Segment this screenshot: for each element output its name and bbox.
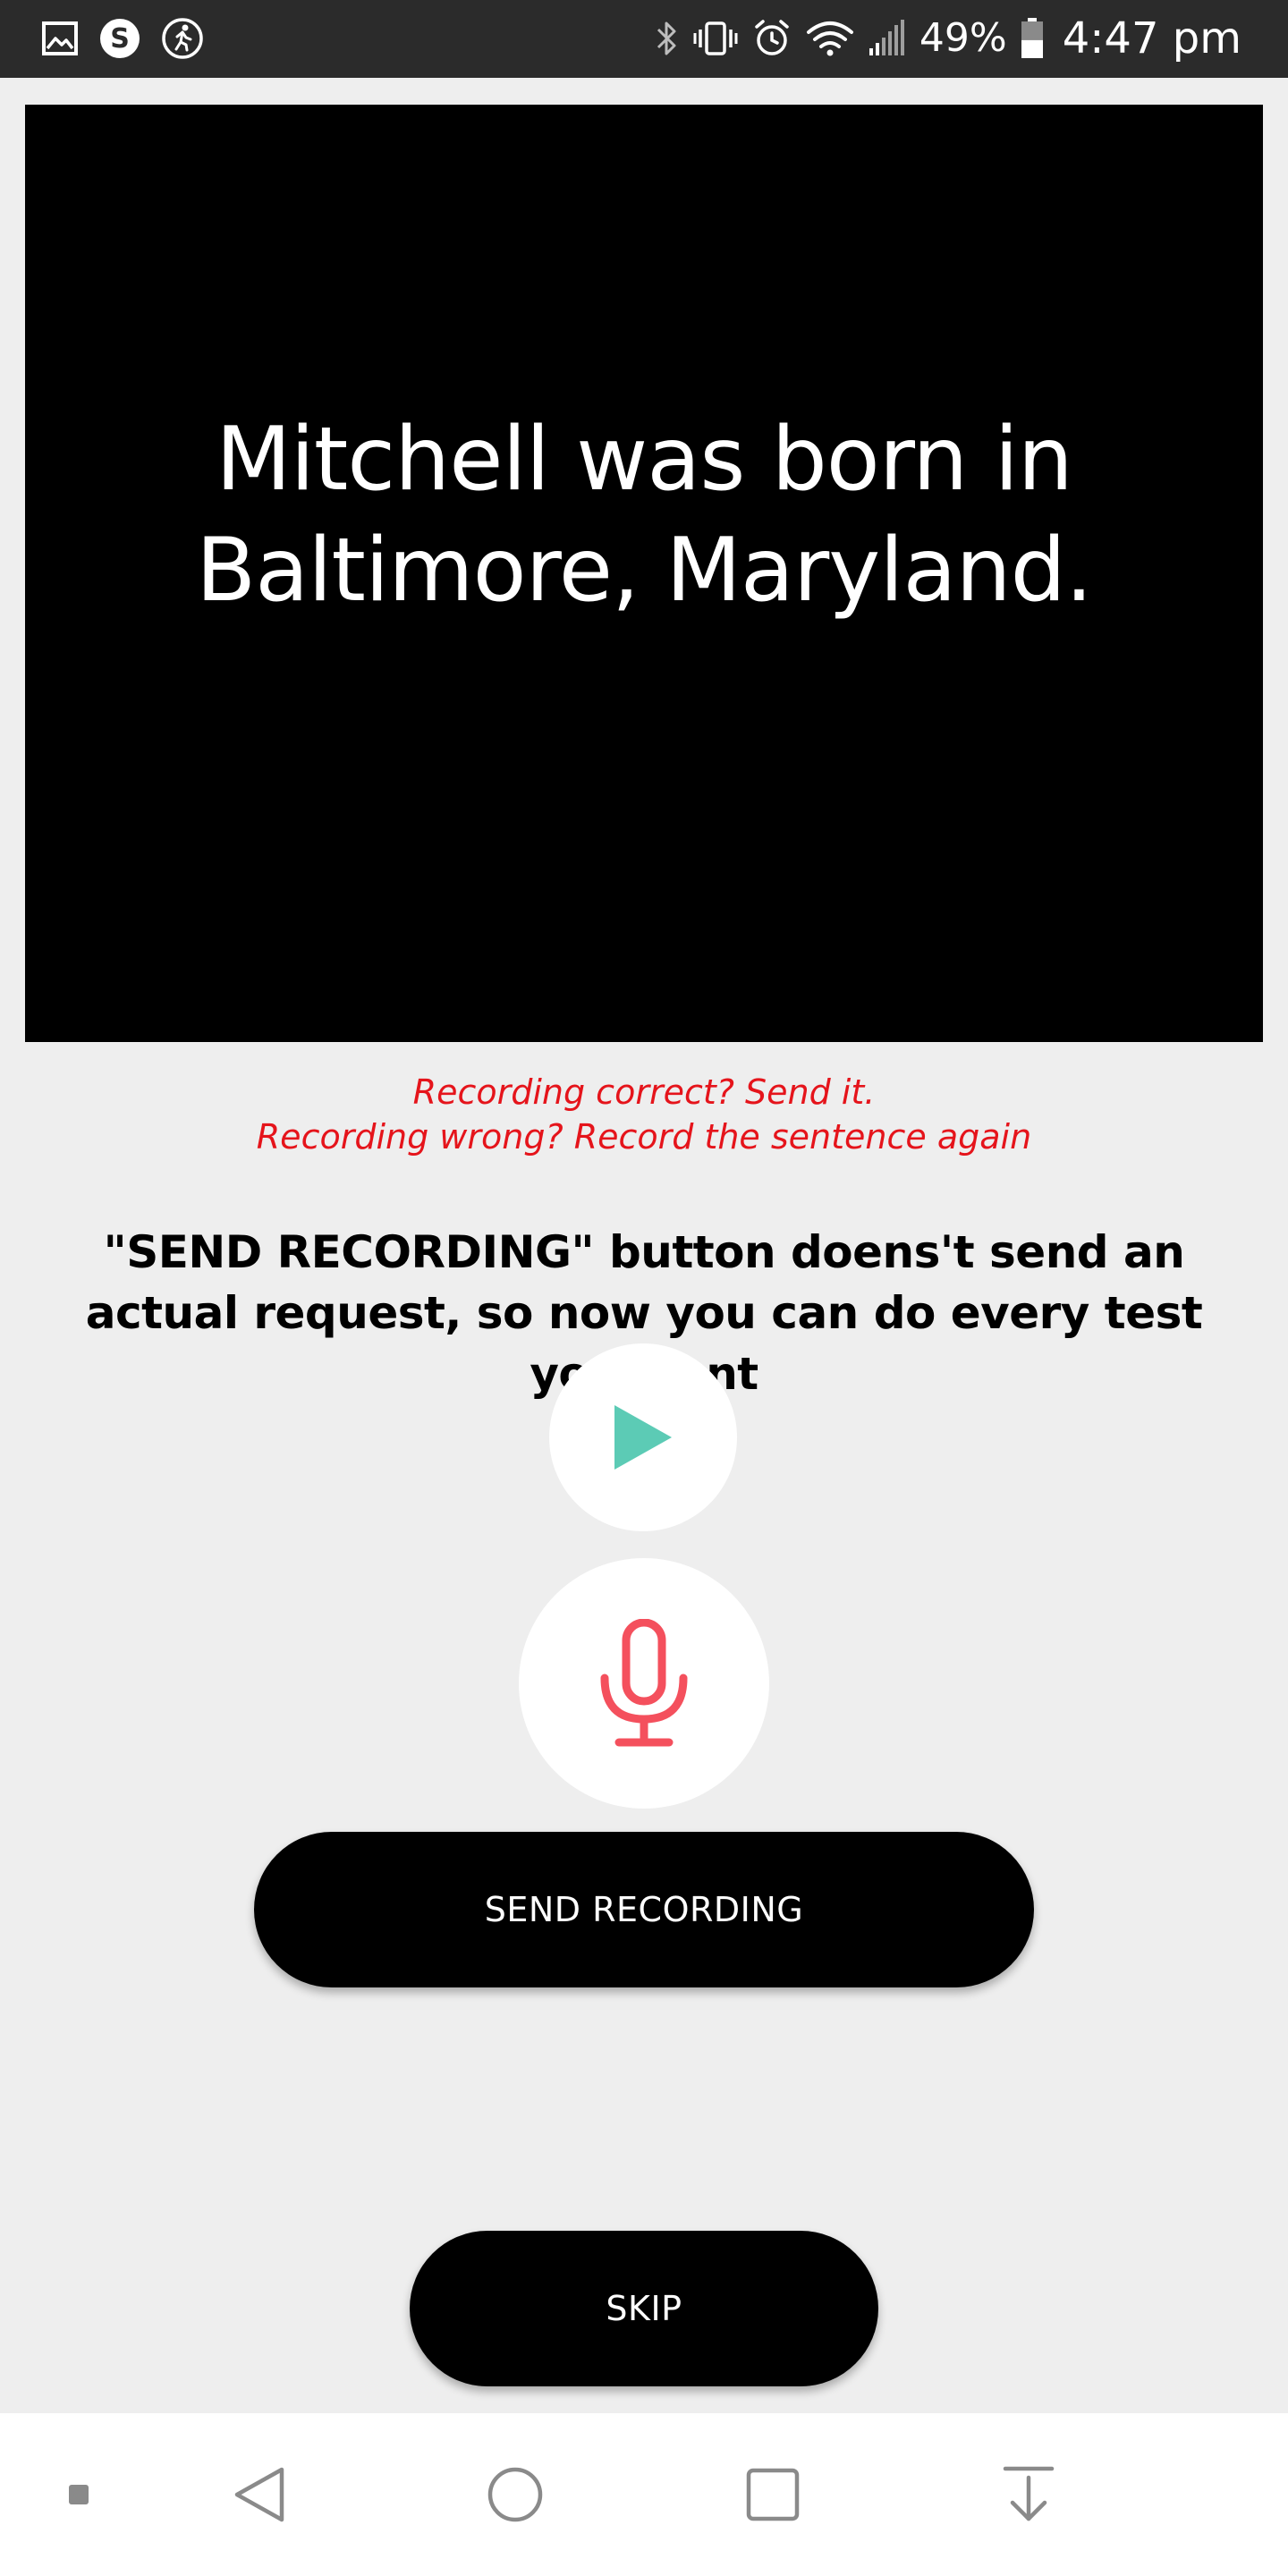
send-recording-label: SEND RECORDING xyxy=(484,1890,804,1929)
sentence-panel: Mitchell was born in Baltimore, Maryland… xyxy=(25,105,1263,1042)
record-button[interactable] xyxy=(519,1558,769,1809)
recents-button[interactable] xyxy=(719,2413,826,2576)
walking-icon xyxy=(161,17,204,60)
microphone-icon xyxy=(597,1619,691,1748)
status-right-icons: 49% 4:47 pm xyxy=(653,11,1241,66)
alarm-icon xyxy=(751,18,792,59)
signal-icon xyxy=(868,18,907,59)
play-icon xyxy=(611,1402,675,1473)
play-button[interactable] xyxy=(549,1343,737,1531)
status-time: 4:47 pm xyxy=(1062,13,1241,64)
battery-icon xyxy=(1020,17,1045,60)
status-bar: S 49% 4:47 pm xyxy=(0,0,1288,78)
back-icon xyxy=(232,2464,287,2525)
svg-text:S: S xyxy=(110,23,130,55)
menu-dot-icon xyxy=(68,2484,89,2505)
home-button[interactable] xyxy=(462,2413,569,2576)
skip-button[interactable]: SKIP xyxy=(410,2231,878,2386)
battery-percent: 49% xyxy=(919,15,1007,61)
send-recording-button[interactable]: SEND RECORDING xyxy=(254,1832,1034,1987)
recording-hint: Recording correct? Send it. Recording wr… xyxy=(0,1070,1288,1159)
menu-dot-button[interactable] xyxy=(43,2413,114,2576)
status-left-icons: S xyxy=(41,16,204,61)
navigation-bar xyxy=(0,2413,1288,2576)
hint-line-send: Recording correct? Send it. xyxy=(412,1072,876,1112)
wifi-icon xyxy=(805,18,855,59)
screen: S 49% 4:47 pm Mitchell was born in Balti… xyxy=(0,0,1288,2576)
gallery-icon xyxy=(41,21,79,56)
home-icon xyxy=(487,2466,544,2523)
hint-line-record-again: Recording wrong? Record the sentence aga… xyxy=(256,1117,1032,1157)
vibrate-icon xyxy=(692,18,739,59)
bluetooth-icon xyxy=(653,18,680,59)
back-button[interactable] xyxy=(206,2413,313,2576)
skip-label: SKIP xyxy=(606,2289,682,2328)
s-app-icon: S xyxy=(98,17,141,60)
recents-icon xyxy=(745,2467,801,2522)
download-button[interactable] xyxy=(975,2413,1082,2576)
download-icon xyxy=(1002,2465,1055,2524)
sentence-text: Mitchell was born in Baltimore, Maryland… xyxy=(196,409,1093,622)
